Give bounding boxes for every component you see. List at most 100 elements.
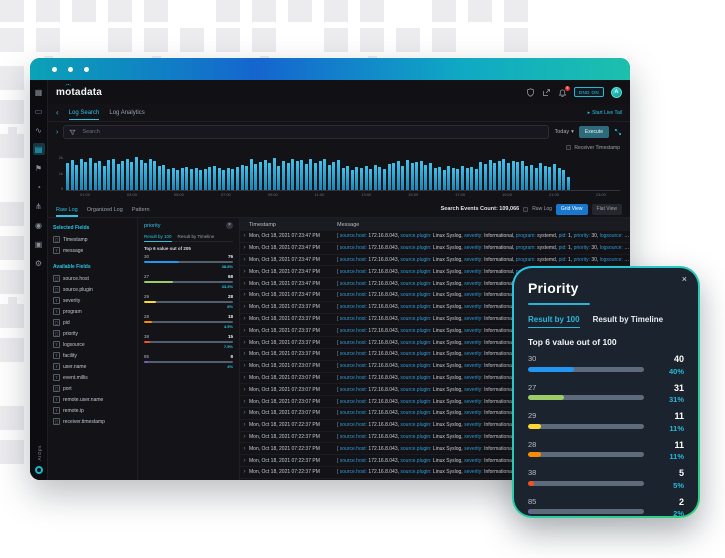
histogram-bar[interactable] bbox=[176, 170, 179, 190]
row-expand-icon[interactable]: › bbox=[240, 446, 249, 452]
histogram-bar[interactable] bbox=[466, 168, 469, 190]
histogram-bar[interactable] bbox=[153, 161, 156, 190]
tab-raw-log[interactable]: Raw Log bbox=[56, 202, 78, 217]
row-expand-icon[interactable]: › bbox=[240, 328, 249, 334]
priority-bar-row[interactable]: 29288% bbox=[144, 294, 233, 309]
histogram-bar[interactable] bbox=[300, 160, 303, 190]
histogram-bar[interactable] bbox=[107, 160, 110, 190]
priority-bar-row[interactable]: 276833.3% bbox=[144, 274, 233, 289]
priority-bar-row[interactable]: 3855% bbox=[528, 468, 684, 490]
start-live-tail-link[interactable]: ▸ Start Live Tail bbox=[588, 110, 622, 116]
avatar[interactable]: A bbox=[611, 87, 622, 98]
expand-icon[interactable] bbox=[614, 123, 622, 141]
histogram-bar[interactable] bbox=[94, 163, 97, 190]
tab-result-by-timeline[interactable]: Result by Timeline bbox=[593, 315, 664, 328]
priority-bar-row[interactable]: 304040% bbox=[528, 354, 684, 376]
histogram-bar[interactable] bbox=[530, 165, 533, 190]
histogram-bar[interactable] bbox=[236, 167, 239, 190]
histogram-bar[interactable] bbox=[144, 163, 147, 190]
priority-bar-row[interactable]: 8584% bbox=[144, 354, 233, 369]
priority-bar-row[interactable]: 281111% bbox=[528, 440, 684, 462]
histogram-bar[interactable] bbox=[140, 160, 143, 190]
field-item-source-plugin[interactable]: ▢source.plugin bbox=[53, 284, 132, 295]
field-item-program[interactable]: Tprogram bbox=[53, 306, 132, 317]
histogram-bar[interactable] bbox=[112, 159, 115, 191]
histogram-bar[interactable] bbox=[401, 166, 404, 191]
histogram-bar[interactable] bbox=[287, 163, 290, 190]
priority-bar-row[interactable]: 28184.5% bbox=[144, 314, 233, 329]
histogram-bar[interactable] bbox=[172, 168, 175, 190]
histogram-bar[interactable] bbox=[512, 161, 515, 190]
histogram-bar[interactable] bbox=[71, 160, 74, 190]
histogram-bar[interactable] bbox=[383, 169, 386, 190]
histogram-bar[interactable] bbox=[475, 169, 478, 190]
row-expand-icon[interactable]: › bbox=[240, 292, 249, 298]
field-item-port[interactable]: ▢port bbox=[53, 383, 132, 394]
histogram-bar[interactable] bbox=[562, 170, 565, 190]
histogram-bar[interactable] bbox=[84, 162, 87, 190]
histogram-bar[interactable] bbox=[337, 160, 340, 190]
log-row[interactable]: ›Mon, Oct 18, 2021 07:23:47 PM[ source.h… bbox=[240, 243, 630, 255]
row-expand-icon[interactable]: › bbox=[240, 340, 249, 346]
histogram-bar[interactable] bbox=[309, 159, 312, 191]
tab-result-by-100[interactable]: Result by 100 bbox=[144, 232, 172, 241]
histogram-bar[interactable] bbox=[479, 162, 482, 190]
monitor-icon[interactable]: ▭ bbox=[33, 105, 45, 117]
histogram-bar[interactable] bbox=[135, 157, 138, 190]
row-expand-icon[interactable]: › bbox=[240, 269, 249, 275]
histogram-bar[interactable] bbox=[149, 159, 152, 190]
filter-icon[interactable] bbox=[69, 123, 76, 141]
histogram-bar[interactable] bbox=[199, 170, 202, 190]
row-expand-icon[interactable]: › bbox=[240, 304, 249, 310]
row-expand-icon[interactable]: › bbox=[240, 281, 249, 287]
histogram-bar[interactable] bbox=[296, 161, 299, 190]
histogram-bar[interactable] bbox=[369, 169, 372, 190]
row-expand-icon[interactable]: › bbox=[240, 399, 249, 405]
priority-bar-row[interactable]: 38157.5% bbox=[144, 334, 233, 349]
histogram-bar[interactable] bbox=[438, 167, 441, 190]
histogram-bar[interactable] bbox=[498, 161, 501, 190]
field-item-priority[interactable]: ▢priority bbox=[53, 328, 132, 339]
row-expand-icon[interactable]: › bbox=[240, 469, 249, 475]
back-chevron-icon[interactable]: ‹ bbox=[56, 109, 59, 117]
row-expand-icon[interactable]: › bbox=[240, 257, 249, 263]
grid-view-button[interactable]: Grid View bbox=[556, 204, 588, 215]
row-expand-icon[interactable]: › bbox=[240, 458, 249, 464]
tab-organized-log[interactable]: Organized Log bbox=[87, 202, 123, 217]
close-icon[interactable]: × bbox=[682, 275, 687, 284]
histogram-bar[interactable] bbox=[264, 160, 267, 190]
histogram-bar[interactable] bbox=[535, 168, 538, 190]
histogram-bar[interactable] bbox=[567, 177, 570, 190]
settings-icon[interactable]: ⚙ bbox=[33, 257, 45, 269]
histogram-bar[interactable] bbox=[539, 163, 542, 190]
field-item-message[interactable]: Tmessage bbox=[53, 245, 132, 256]
histogram-bar[interactable] bbox=[130, 162, 133, 190]
histogram-bar[interactable] bbox=[470, 167, 473, 191]
histogram-bar[interactable] bbox=[190, 169, 193, 190]
histogram-bar[interactable] bbox=[167, 169, 170, 190]
histogram-bar[interactable] bbox=[346, 166, 349, 191]
field-item-severity[interactable]: Tseverity bbox=[53, 295, 132, 306]
tab-pattern[interactable]: Pattern bbox=[132, 202, 150, 217]
histogram-bar[interactable] bbox=[388, 164, 391, 190]
histogram-bar[interactable] bbox=[162, 165, 165, 190]
histogram-bar[interactable] bbox=[548, 167, 551, 190]
row-expand-icon[interactable]: › bbox=[240, 422, 249, 428]
field-item-logsource[interactable]: Tlogsource bbox=[53, 339, 132, 350]
tab-result-by-100[interactable]: Result by 100 bbox=[528, 315, 580, 328]
histogram-bar[interactable] bbox=[291, 159, 294, 190]
histogram-bar[interactable] bbox=[424, 165, 427, 190]
field-item-remote-user-name[interactable]: Tremote.user.name bbox=[53, 394, 132, 405]
histogram-bar[interactable] bbox=[208, 167, 211, 190]
histogram-bar[interactable] bbox=[553, 164, 556, 190]
histogram-bar[interactable] bbox=[66, 163, 69, 190]
histogram-bar[interactable] bbox=[282, 161, 285, 190]
raw-log-checkbox[interactable] bbox=[523, 207, 528, 212]
field-item-facility[interactable]: Tfacility bbox=[53, 350, 132, 361]
timestamp-column-header[interactable]: Timestamp bbox=[249, 222, 337, 228]
histogram-bar[interactable] bbox=[80, 159, 83, 190]
flag-icon[interactable]: ⚑ bbox=[33, 162, 45, 174]
packages-icon[interactable]: ▣ bbox=[33, 238, 45, 250]
priority-bar-row[interactable]: 8522% bbox=[528, 497, 684, 519]
histogram-bar[interactable] bbox=[378, 167, 381, 190]
